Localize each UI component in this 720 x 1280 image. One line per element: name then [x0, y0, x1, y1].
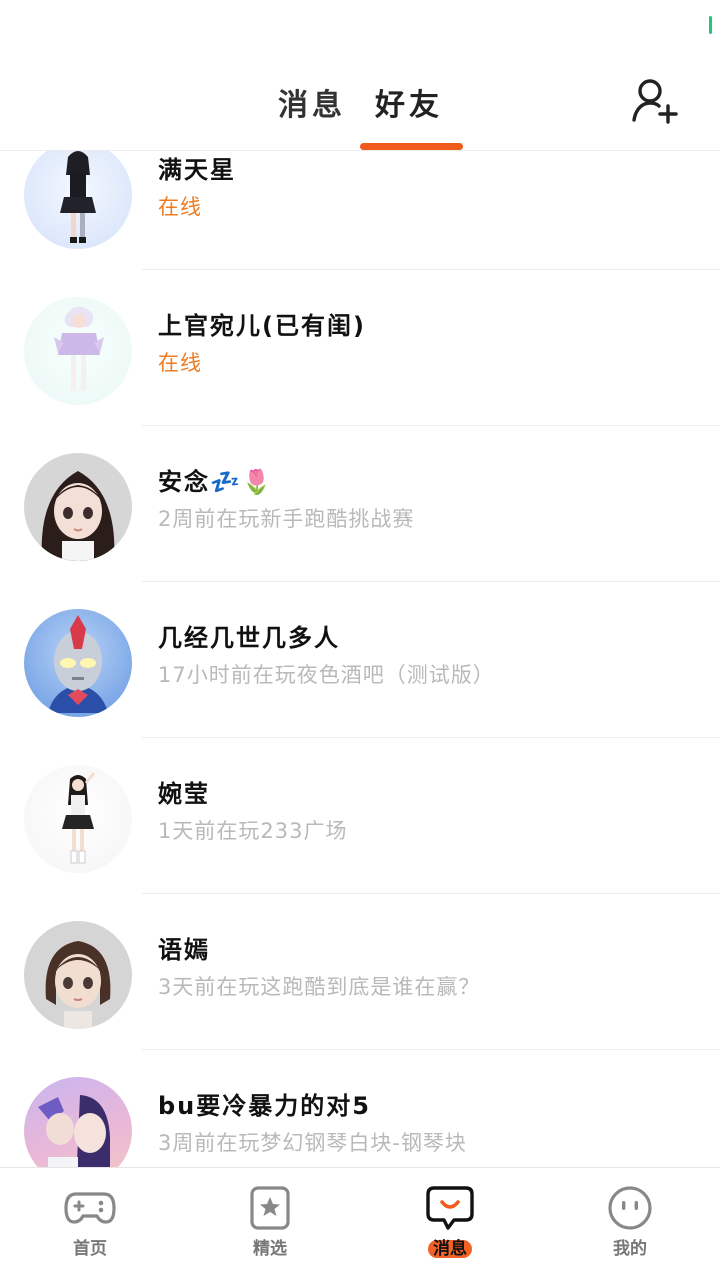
avatar: [24, 1077, 132, 1167]
friend-name: 满天星: [158, 156, 236, 184]
tab-bar: 消息 好友: [0, 50, 720, 150]
nav-label: 消息: [433, 1239, 467, 1259]
friend-name: 安念💤🌷: [158, 468, 274, 496]
avatar: [24, 151, 132, 249]
avatar: [24, 453, 132, 561]
friend-status: 3周前在玩梦幻钢琴白块-钢琴块: [158, 1131, 467, 1155]
gamepad-icon: [64, 1184, 116, 1232]
avatar: [24, 921, 132, 1029]
nav-home[interactable]: 首页: [0, 1168, 180, 1280]
nav-label: 首页: [73, 1239, 107, 1259]
friend-status: 2周前在玩新手跑酷挑战赛: [158, 507, 415, 531]
friend-status: 在线: [158, 195, 202, 219]
friend-row[interactable]: 婉莹 1天前在玩233广场: [0, 738, 720, 894]
friend-name: 几经几世几多人: [158, 624, 340, 652]
friend-name: 上官宛儿(已有闺): [158, 312, 366, 340]
battery-indicator: [709, 16, 712, 34]
friend-row[interactable]: bu要冷暴力的对5 3周前在玩梦幻钢琴白块-钢琴块: [0, 1050, 720, 1167]
avatar: [24, 297, 132, 405]
friend-row[interactable]: 几经几世几多人 17小时前在玩夜色酒吧（测试版）: [0, 582, 720, 738]
avatar: [24, 609, 132, 717]
face-icon: [604, 1184, 656, 1232]
friend-status: 17小时前在玩夜色酒吧（测试版）: [158, 663, 495, 687]
nav-featured[interactable]: 精选: [180, 1168, 360, 1280]
tab-friends[interactable]: 好友: [375, 80, 443, 124]
chat-bubble-icon: [424, 1184, 476, 1232]
friend-row[interactable]: 满天星 在线: [0, 151, 720, 270]
friend-status: 1天前在玩233广场: [158, 819, 348, 843]
header: 消息 好友: [0, 50, 720, 151]
status-bar: [0, 0, 720, 50]
nav-label: 我的: [613, 1239, 647, 1259]
friend-name: 婉莹: [158, 780, 210, 808]
nav-label: 精选: [253, 1239, 287, 1259]
friend-list: 满天星 在线 上官宛儿(已有闺) 在线 安念💤🌷 2周前在玩新手跑酷挑战赛 几经…: [0, 151, 720, 1167]
nav-mine[interactable]: 我的: [540, 1168, 720, 1280]
active-tab-indicator: [360, 143, 463, 150]
tulip-emoji: 🌷: [241, 468, 274, 496]
friend-status: 在线: [158, 351, 202, 375]
add-user-icon[interactable]: [630, 76, 682, 128]
star-bookmark-icon: [244, 1184, 296, 1232]
avatar: [24, 765, 132, 873]
nav-messages[interactable]: 消息: [360, 1168, 540, 1280]
friend-name: bu要冷暴力的对5: [158, 1092, 371, 1120]
friend-row[interactable]: 语嫣 3天前在玩这跑酷到底是谁在赢？: [0, 894, 720, 1050]
sleep-emoji: 💤: [210, 468, 242, 496]
friend-status: 3天前在玩这跑酷到底是谁在赢？: [158, 975, 481, 999]
tab-messages[interactable]: 消息: [278, 80, 346, 124]
friend-row[interactable]: 安念💤🌷 2周前在玩新手跑酷挑战赛: [0, 426, 720, 582]
friend-name: 语嫣: [158, 936, 210, 964]
friend-row[interactable]: 上官宛儿(已有闺) 在线: [0, 270, 720, 426]
bottom-nav: 首页 精选 消息 我的: [0, 1167, 720, 1280]
